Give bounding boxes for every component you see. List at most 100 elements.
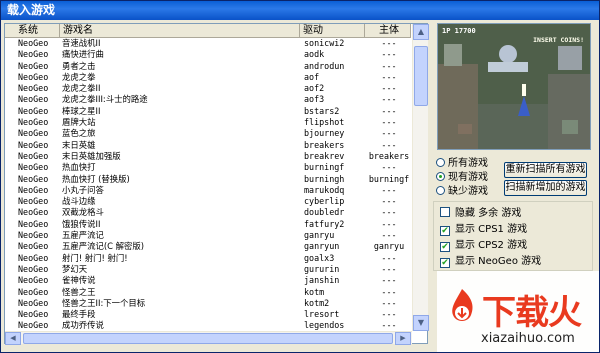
row-name: 末日英雄 [62,139,96,150]
table-row[interactable]: NeoGeo 勇者之击 androdun --- [5,61,411,72]
row-parent: --- [381,139,397,150]
row-name: 龙虎之拳III:斗士的路途 [62,94,148,105]
row-driver: androdun [304,60,345,71]
column-header-system[interactable]: 系统 [5,24,60,38]
row-parent: --- [381,94,397,105]
row-driver: gururin [304,263,340,274]
table-row[interactable]: NeoGeo 盾牌大站 flipshot --- [5,117,411,128]
row-parent: ganryu [373,241,405,252]
show-cps2-checkbox[interactable]: ✔ 显示 CPS2 游戏 [440,239,527,253]
row-name: 小丸子问答 [62,184,104,195]
table-row[interactable]: NeoGeo 棒球之星II bstars2 --- [5,106,411,117]
table-row[interactable]: NeoGeo 热血快打 (替换版) burningh burningf [5,174,411,185]
row-name: 末日英雄加强版 [62,150,121,161]
filter-available-label: 现有游戏 [448,172,488,183]
row-system: NeoGeo [18,218,49,229]
table-row[interactable]: NeoGeo 龙虎之拳 aof --- [5,72,411,83]
row-driver: doubledr [304,207,345,218]
row-system: NeoGeo [18,105,49,116]
scroll-up-icon[interactable]: ▲ [413,24,429,40]
column-header-parent[interactable]: 主体 [365,24,411,38]
table-row[interactable]: NeoGeo 战斗边缘 cyberlip --- [5,196,411,207]
row-system: NeoGeo [18,252,49,263]
scroll-right-icon[interactable]: ▶ [395,332,411,345]
show-cps1-checkbox[interactable]: ✔ 显示 CPS1 游戏 [440,223,527,237]
table-row[interactable]: NeoGeo 五雇严流记 ganryu --- [5,230,411,241]
table-row[interactable]: NeoGeo 怪兽之王II:下一个目标 kotm2 --- [5,298,411,309]
table-row[interactable]: NeoGeo 最终手段 lresort --- [5,309,411,320]
table-row[interactable]: NeoGeo 小丸子问答 marukodq --- [5,185,411,196]
horizontal-scrollbar[interactable]: ◀ ▶ [5,331,412,345]
row-name: 梦幻天 [62,263,88,274]
table-row[interactable]: NeoGeo 五雇严流记(C 解密版) ganryun ganryu [5,241,411,252]
row-parent: --- [381,252,397,263]
row-driver: aof3 [304,94,325,105]
table-row[interactable]: NeoGeo 末日英雄加强版 breakrev breakers [5,151,411,162]
row-system: NeoGeo [18,150,49,161]
row-parent: --- [381,230,397,241]
checkbox-icon [440,207,450,217]
table-row[interactable]: NeoGeo 音速战机II sonicwi2 --- [5,38,411,49]
row-system: NeoGeo [18,230,49,241]
table-row[interactable]: NeoGeo 龙虎之拳II aof2 --- [5,83,411,94]
table-row[interactable]: NeoGeo 蓝色之旅 bjourney --- [5,128,411,139]
game-list[interactable]: 系统 游戏名 驱动 主体 NeoGeo 音速战机II sonicwi2 --- NeoG… [4,23,429,345]
row-driver: ganryu [304,230,335,241]
horizontal-scroll-thumb[interactable] [23,333,393,344]
scroll-left-icon[interactable]: ◀ [5,332,21,345]
row-system: NeoGeo [18,263,49,274]
row-parent: --- [381,105,397,116]
row-name: 蓝色之旅 [62,128,96,139]
row-name: 最终手段 [62,309,96,320]
column-header-driver[interactable]: 驱动 [300,24,365,38]
row-driver: ganryun [304,241,340,252]
row-system: NeoGeo [18,286,49,297]
scroll-down-icon[interactable]: ▼ [413,315,429,331]
row-system: NeoGeo [18,196,49,207]
filter-missing-radio[interactable]: 缺少游戏 [436,186,488,198]
vertical-scroll-thumb[interactable] [414,46,428,106]
table-row[interactable]: NeoGeo 饿狼传说II fatfury2 --- [5,219,411,230]
column-header-driver-label: 驱动 [303,25,323,36]
row-name: 五雇严流记(C 解密版) [62,241,145,252]
filter-all-radio[interactable]: 所有游戏 [436,158,488,170]
table-row[interactable]: NeoGeo 雀神传说 janshin --- [5,275,411,286]
rescan-all-button[interactable]: 重新扫描所有游戏 [504,162,587,178]
row-system: NeoGeo [18,184,49,195]
row-parent: --- [381,184,397,195]
row-system: NeoGeo [18,128,49,139]
row-name: 怪兽之王 [62,286,96,297]
table-row[interactable]: NeoGeo 痛快进行曲 aodk --- [5,49,411,60]
row-driver: janshin [304,275,340,286]
table-row[interactable]: NeoGeo 双截龙格斗 doubledr --- [5,207,411,218]
row-name: 热血快打 (替换版) [62,173,130,184]
row-name: 雀神传说 [62,275,96,286]
row-parent: --- [381,162,397,173]
show-neogeo-checkbox[interactable]: ✔ 显示 NeoGeo 游戏 [440,255,541,269]
row-driver: flipshot [304,117,345,128]
table-row[interactable]: NeoGeo 末日英雄 breakers --- [5,140,411,151]
table-row[interactable]: NeoGeo 射门! 射门! 射门! goalx3 --- [5,253,411,264]
row-parent: --- [381,196,397,207]
table-row[interactable]: NeoGeo 龙虎之拳III:斗士的路途 aof3 --- [5,94,411,105]
scan-new-button[interactable]: 扫描新增加的游戏 [504,180,587,196]
row-system: NeoGeo [18,162,49,173]
hide-extra-checkbox[interactable]: 隐藏 多余 游戏 [440,207,521,221]
table-row[interactable]: NeoGeo 热血快打 burningf --- [5,162,411,173]
row-parent: breakers [368,150,410,161]
row-driver: fatfury2 [304,218,345,229]
column-header-name[interactable]: 游戏名 [60,24,300,38]
row-driver: cyberlip [304,196,345,207]
filter-available-radio[interactable]: 现有游戏 [436,172,488,184]
table-row[interactable]: NeoGeo 成功乔传说 legendos --- [5,320,411,331]
table-row[interactable]: NeoGeo 梦幻天 gururin --- [5,264,411,275]
list-rows: NeoGeo 音速战机II sonicwi2 --- NeoGeo 痛快进行曲 aodk --… [5,38,411,331]
show-neogeo-label: 显示 NeoGeo 游戏 [455,256,542,267]
vertical-scrollbar[interactable]: ▲ ▼ [412,24,429,331]
row-parent: burningf [368,173,410,184]
row-parent: --- [381,286,397,297]
radio-circle-icon [436,158,445,167]
table-row[interactable]: NeoGeo 怪兽之王 kotm --- [5,287,411,298]
show-cps2-label: 显示 CPS2 游戏 [455,240,528,251]
window-title: 载入游戏 [1,1,599,20]
